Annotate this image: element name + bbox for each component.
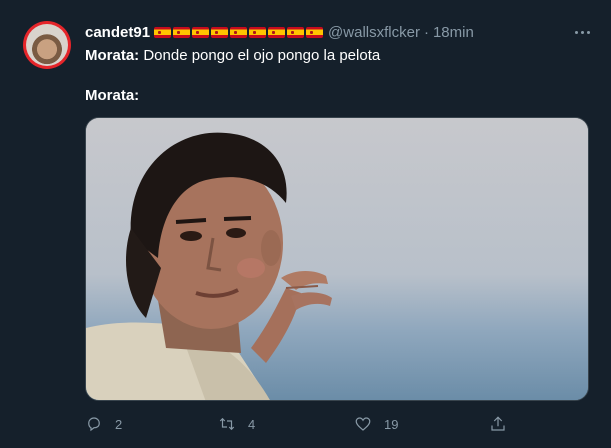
speaker-label: Morata:: [85, 87, 140, 104]
more-dot: [586, 30, 590, 34]
avatar-image: [26, 24, 68, 66]
tweet-text: Donde pongo el ojo pongo la pelota: [139, 47, 381, 64]
tweet-time[interactable]: 18min: [433, 24, 474, 41]
spain-flag-icon: [249, 26, 267, 38]
tweet-image[interactable]: [85, 117, 589, 401]
spain-flag-icon: [154, 26, 172, 38]
tweet-text-line-1: Morata: Donde pongo el ojo pongo la pelo…: [85, 46, 380, 66]
spain-flag-icon: [287, 26, 305, 38]
more-dot: [574, 30, 578, 34]
share-button[interactable]: [489, 412, 507, 436]
display-name[interactable]: candet91: [85, 24, 150, 41]
tweet-text-line-2: Morata:: [85, 86, 139, 106]
avatar[interactable]: [23, 21, 71, 69]
like-button[interactable]: 19: [354, 412, 398, 436]
user-handle[interactable]: @wallsxflcker: [328, 24, 420, 41]
reply-button[interactable]: 2: [85, 412, 122, 436]
spain-flag-icon: [230, 26, 248, 38]
speaker-label: Morata:: [85, 47, 140, 64]
reply-icon: [88, 417, 100, 432]
reply-count: 2: [115, 416, 123, 432]
tweet-actions: 2 4 19: [0, 412, 611, 436]
tweet-header: candet91 @wallsxflcker · 18min: [85, 22, 474, 42]
tweet[interactable]: candet91 @wallsxflcker · 18min Morata: D…: [0, 0, 611, 448]
share-icon: [491, 416, 505, 431]
spain-flag-icon: [173, 26, 191, 38]
spain-flag-icon: [192, 26, 210, 38]
retweet-count: 4: [248, 416, 256, 432]
retweet-button[interactable]: 4: [218, 412, 255, 436]
separator-dot: ·: [423, 23, 429, 41]
like-count: 19: [384, 416, 399, 432]
flag-emojis: [154, 26, 324, 38]
retweet-icon: [219, 417, 235, 431]
spain-flag-icon: [306, 26, 324, 38]
spain-flag-icon: [211, 26, 229, 38]
more-icon[interactable]: [571, 24, 593, 40]
meme-photo: [86, 118, 588, 400]
more-dot: [580, 30, 584, 34]
spain-flag-icon: [268, 26, 286, 38]
heart-icon: [355, 417, 371, 431]
